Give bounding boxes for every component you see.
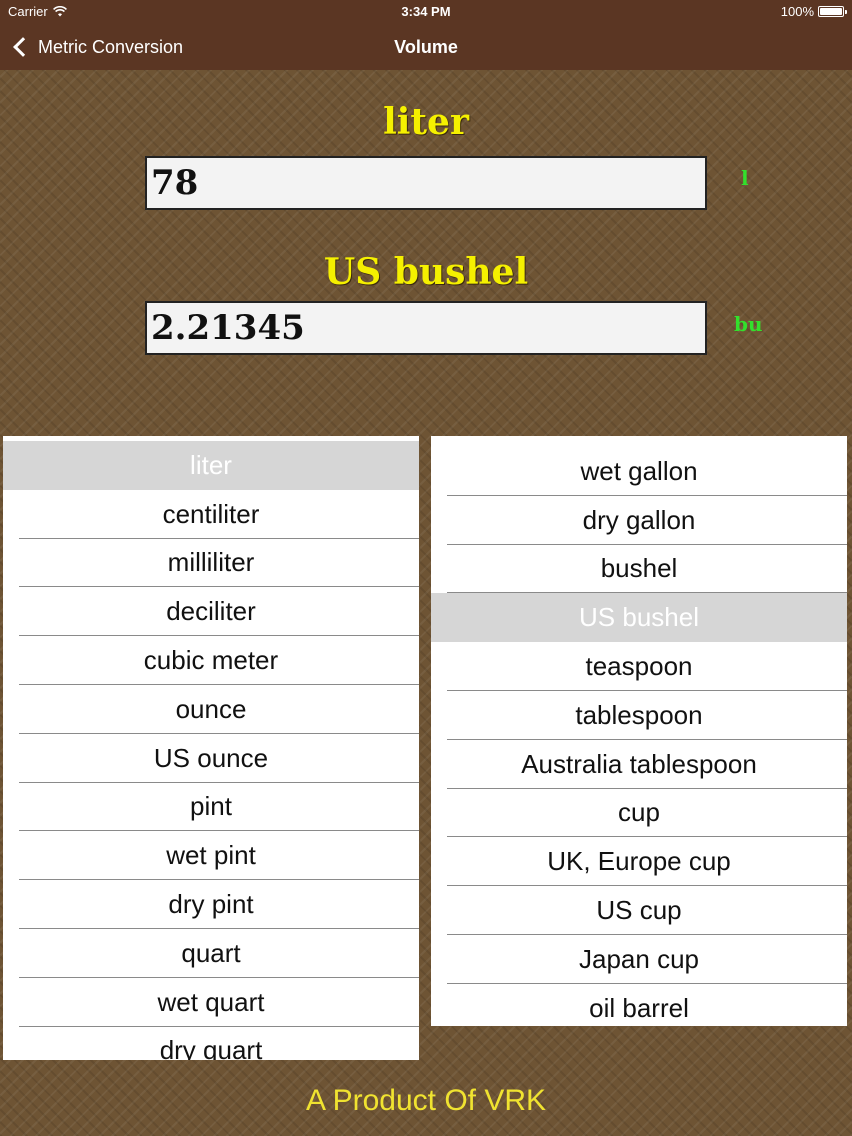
to-value-input[interactable] [145, 301, 707, 355]
picker-option[interactable]: ounce [3, 685, 419, 734]
picker-option[interactable]: US ounce [3, 734, 419, 783]
picker-option[interactable]: deciliter [3, 587, 419, 636]
battery-percent: 100% [780, 4, 814, 19]
picker-option[interactable]: wet quart [3, 978, 419, 1027]
page-title: Volume [394, 37, 458, 57]
from-unit-abbr: l [741, 166, 749, 190]
picker-option[interactable]: dry pint [3, 880, 419, 929]
picker-option[interactable]: tablespoon [431, 691, 847, 740]
picker-option[interactable]: oil barrel [431, 984, 847, 1026]
picker-option[interactable]: dry quart [3, 1027, 419, 1060]
from-value-input[interactable] [145, 156, 707, 210]
picker-option[interactable]: dry gallon [431, 496, 847, 545]
picker-option[interactable]: cubic meter [3, 636, 419, 685]
status-bar: Carrier 3:34 PM 100% [0, 0, 852, 24]
navigation-bar: Metric Conversion Volume [0, 24, 852, 70]
picker-option[interactable]: wet pint [3, 831, 419, 880]
picker-option[interactable]: pint [3, 783, 419, 832]
picker-option[interactable]: cup [431, 789, 847, 838]
picker-option[interactable]: US bushel [431, 593, 847, 643]
picker-option[interactable]: quart [3, 929, 419, 978]
picker-option[interactable]: wet gallon [431, 447, 847, 496]
from-unit-title: liter [383, 101, 469, 143]
picker-option[interactable]: liter [3, 441, 419, 490]
to-unit-picker[interactable]: wet gallon dry gallon bushel US bushel teasp… [431, 436, 847, 1026]
picker-option[interactable]: teaspoon [431, 642, 847, 691]
picker-option[interactable]: centiliter [3, 490, 419, 539]
picker-option[interactable]: US cup [431, 886, 847, 935]
footer-credit: A Product Of VRK [305, 1084, 547, 1117]
picker-option[interactable]: UK, Europe cup [431, 837, 847, 886]
picker-option[interactable]: Japan cup [431, 935, 847, 984]
to-unit-abbr: bu [734, 312, 763, 336]
battery-icon [818, 6, 847, 17]
to-unit-title: US bushel [323, 251, 529, 293]
status-time: 3:34 PM [401, 4, 451, 19]
picker-option[interactable]: milliliter [3, 539, 419, 588]
picker-option[interactable]: Australia tablespoon [431, 740, 847, 789]
battery-info: 100% [780, 4, 847, 19]
picker-option[interactable]: bushel [431, 545, 847, 594]
from-unit-picker[interactable]: liter centiliter milliliter deciliter cubic … [3, 436, 419, 1060]
